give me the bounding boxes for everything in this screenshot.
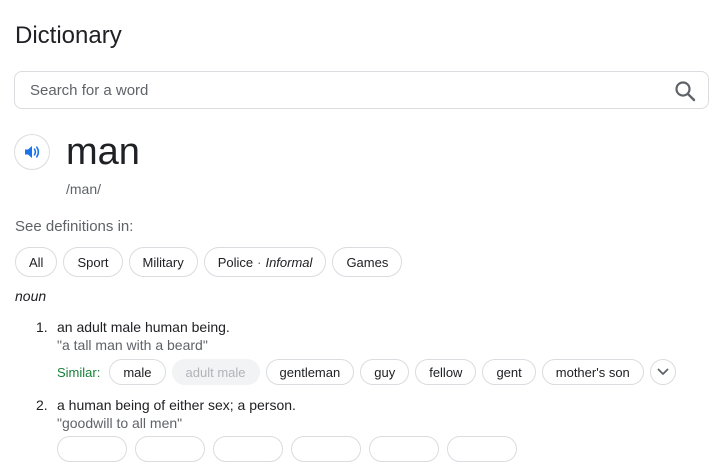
phonetic-spelling: /man/ xyxy=(66,181,102,197)
page-title: Dictionary xyxy=(15,22,122,49)
chip-all[interactable]: All xyxy=(15,247,58,277)
synonym-chip[interactable] xyxy=(213,436,283,462)
synonym-chip[interactable] xyxy=(291,436,361,462)
synonym-chip[interactable] xyxy=(57,436,127,462)
chip-military[interactable]: Military xyxy=(128,247,198,277)
headword: man xyxy=(66,131,140,173)
definitions-in-label: See definitions in: xyxy=(15,218,134,235)
chevron-down-icon xyxy=(657,368,669,375)
chip-label: Police xyxy=(217,254,254,270)
pronunciation-button[interactable] xyxy=(14,134,50,170)
synonym-chip[interactable] xyxy=(135,436,205,462)
expand-synonyms-button[interactable] xyxy=(649,359,676,385)
sense-number: 1. xyxy=(36,319,48,335)
synonym-chip[interactable]: gent xyxy=(482,359,536,385)
synonym-chip[interactable]: adult male xyxy=(171,359,260,385)
synonym-chip[interactable]: mother's son xyxy=(541,359,644,385)
sense-number: 2. xyxy=(36,397,48,413)
sense-example: "a tall man with a beard" xyxy=(57,337,208,353)
search-input[interactable] xyxy=(30,72,650,108)
part-of-speech: noun xyxy=(15,288,47,304)
synonym-chip[interactable]: gentleman xyxy=(265,359,355,385)
speaker-icon xyxy=(25,146,40,158)
similar-label: Similar: xyxy=(57,364,101,380)
synonym-chip[interactable]: fellow xyxy=(415,359,477,385)
sense-example: "goodwill to all men" xyxy=(57,415,183,431)
chip-police-informal[interactable]: Police · Informal xyxy=(203,247,327,277)
search-icon[interactable] xyxy=(674,80,696,102)
sense-definition: a human being of either sex; a person. xyxy=(57,397,296,413)
sense-definition: an adult male human being. xyxy=(57,319,230,335)
similar-words-row: Similar: male adult male gentleman guy f… xyxy=(57,359,676,385)
chip-label: Games xyxy=(346,254,389,270)
chip-label: Sport xyxy=(77,254,109,270)
chip-separator: · xyxy=(257,254,262,270)
chip-sport[interactable]: Sport xyxy=(63,247,123,277)
chip-label: All xyxy=(29,254,44,270)
chip-games[interactable]: Games xyxy=(332,247,403,277)
synonym-chip[interactable] xyxy=(369,436,439,462)
synonym-chip[interactable]: guy xyxy=(360,359,410,385)
synonym-chip[interactable] xyxy=(447,436,517,462)
synonym-chip[interactable]: male xyxy=(109,359,166,385)
definition-context-chips: All Sport Military Police · Informal Gam… xyxy=(15,247,403,277)
chip-register: Informal xyxy=(265,254,313,270)
similar-words-row-partial xyxy=(57,436,517,462)
chip-label: Military xyxy=(142,254,184,270)
search-box[interactable] xyxy=(14,71,709,109)
